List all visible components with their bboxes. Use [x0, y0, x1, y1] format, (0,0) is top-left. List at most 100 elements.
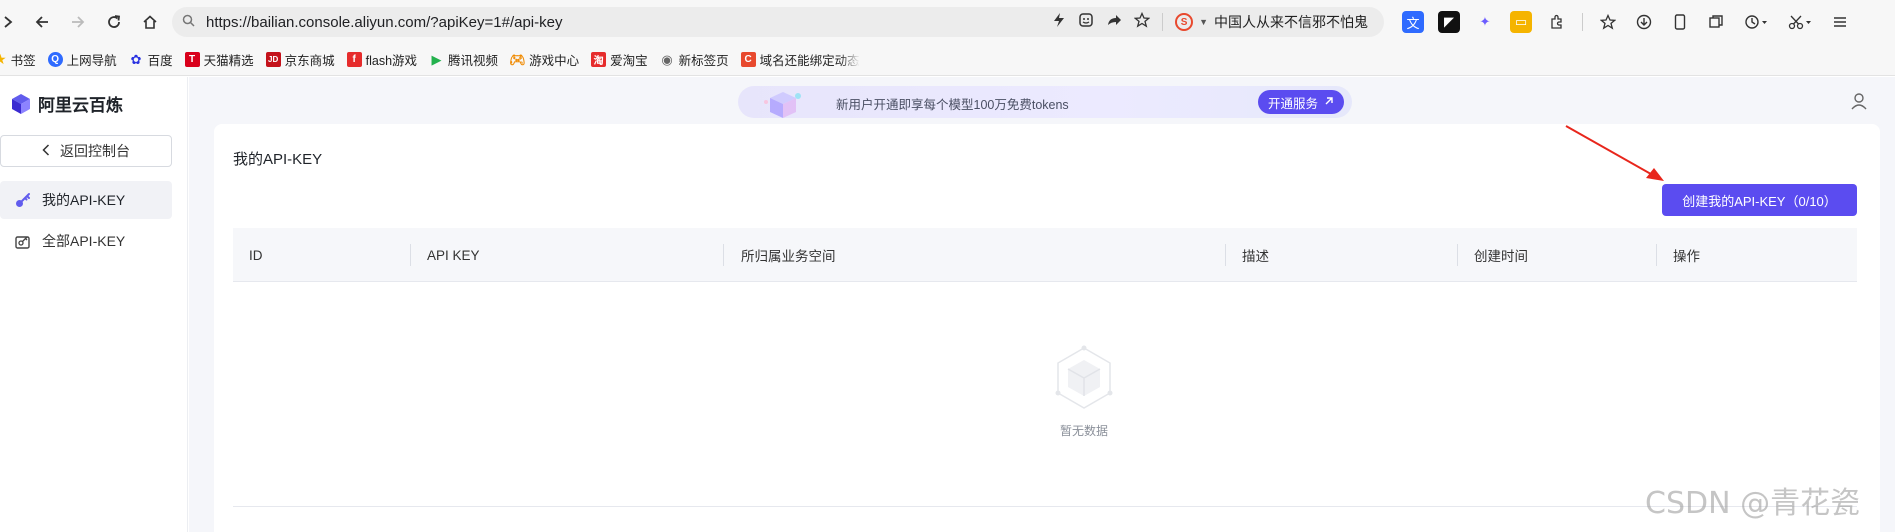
sidebar: 阿里云百炼 返回控制台 我的API-KEY 全部API-KEY [0, 77, 188, 532]
empty-box-icon [1055, 345, 1113, 409]
annotation-arrow-icon [1565, 125, 1664, 181]
sparkle-icon[interactable]: ✦ [1474, 11, 1496, 33]
bookmark-item[interactable]: ★ 书签 [0, 50, 36, 69]
star-icon: ★ [0, 51, 7, 67]
app-logo[interactable]: 阿里云百炼 [10, 91, 123, 116]
download-icon[interactable] [1633, 11, 1655, 33]
browser-toolbar: https://bailian.console.aliyun.com/?apiK… [0, 0, 1895, 44]
arrow-up-right-icon [1324, 95, 1334, 109]
screenshot-icon[interactable] [1078, 12, 1094, 32]
bookmark-item[interactable]: Q 上网导航 [47, 50, 117, 69]
sidebar-item-my-api-key[interactable]: 我的API-KEY [0, 181, 172, 219]
bookmark-label: 新标签页 [678, 54, 729, 68]
gift-cube-icon [764, 92, 801, 118]
search-engine-selector[interactable]: S ▼ 中国人从来不信邪不怕鬼 [1175, 12, 1368, 32]
empty-state: 暂无数据 [1024, 342, 1144, 439]
favorites-icon[interactable] [1597, 11, 1619, 33]
promo-banner[interactable]: 新用户开通即享每个模型100万免费tokens 开通服务 [738, 86, 1352, 118]
column-header-workspace: 所归属业务空间 [741, 249, 836, 264]
history-icon[interactable] [1741, 11, 1771, 33]
bookmark-label: 京东商城 [284, 54, 335, 68]
chevron-left-icon [42, 143, 50, 159]
back-label: 返回控制台 [60, 143, 130, 159]
newtab-icon: ◉ [661, 51, 673, 67]
url-text[interactable]: https://bailian.console.aliyun.com/?apiK… [206, 14, 562, 31]
bookmark-label: 域名还能绑定动态 [759, 54, 860, 68]
column-header-api-key: API KEY [427, 247, 480, 263]
bookmark-star-icon[interactable] [1133, 11, 1151, 32]
bookmark-label: 百度 [147, 54, 173, 68]
address-divider [1162, 13, 1164, 31]
address-bar[interactable]: https://bailian.console.aliyun.com/?apiK… [172, 7, 1384, 37]
bookmark-item[interactable]: ◉ 新标签页 [660, 50, 729, 69]
bookmarks-bar: ★ 书签 Q 上网导航 ✿ 百度 T 天猫精选 JD 京东商城 f flash游… [0, 44, 1895, 76]
key-list-icon [15, 236, 30, 249]
bookmark-item[interactable]: ✿ 百度 [129, 50, 173, 69]
create-api-key-button[interactable]: 创建我的API-KEY（0/10） [1662, 184, 1857, 216]
bookmark-item[interactable]: f flash游戏 [346, 50, 418, 69]
home-icon[interactable] [134, 6, 166, 38]
gamepad-icon: 🎮︎ [509, 51, 526, 67]
tmall-icon: T [184, 52, 200, 67]
column-header-description: 描述 [1242, 249, 1269, 264]
tabs-icon[interactable] [1705, 11, 1727, 33]
reload-icon[interactable] [98, 6, 130, 38]
column-header-created-time: 创建时间 [1474, 249, 1528, 264]
search-icon [182, 14, 202, 30]
folder-icon[interactable]: ▭ [1510, 11, 1532, 33]
banner-button-label: 开通服务 [1267, 96, 1318, 111]
tencent-video-icon: ▶ [431, 51, 442, 67]
extension-black-icon[interactable]: ◤ [1438, 11, 1460, 33]
puzzle-icon[interactable] [1546, 11, 1568, 33]
bookmark-item[interactable]: 淘 爱淘宝 [591, 50, 648, 69]
logo-text: 阿里云百炼 [38, 96, 123, 115]
sidebar-item-label: 全部API-KEY [42, 233, 126, 249]
bookmark-label: 腾讯视频 [448, 54, 499, 68]
dropdown-caret-icon: ▼ [1199, 17, 1208, 27]
column-divider [410, 244, 411, 266]
search-engine-text: 中国人从来不信邪不怕鬼 [1214, 14, 1368, 30]
table-bottom-border [233, 506, 1857, 507]
column-header-actions: 操作 [1673, 249, 1700, 264]
sidebar-item-all-api-key[interactable]: 全部API-KEY [0, 222, 172, 260]
activate-service-button[interactable]: 开通服务 [1257, 90, 1344, 114]
bookmark-label: flash游戏 [365, 54, 418, 68]
column-divider [723, 244, 724, 266]
table-header: ID API KEY 所归属业务空间 描述 创建时间 操作 [233, 228, 1857, 282]
back-to-console-button[interactable]: 返回控制台 [0, 135, 172, 167]
api-key-card: 我的API-KEY 创建我的API-KEY（0/10） ID API KEY 所… [214, 124, 1880, 532]
back-icon[interactable] [26, 6, 58, 38]
forward-icon[interactable] [62, 6, 94, 38]
translate-icon[interactable]: 文 [1402, 11, 1424, 33]
column-divider [1656, 244, 1657, 266]
phone-icon[interactable] [1669, 11, 1691, 33]
menu-icon[interactable] [1829, 11, 1851, 33]
bookmark-label: 天猫精选 [203, 54, 254, 68]
bookmark-label: 上网导航 [66, 54, 117, 68]
key-icon [16, 193, 30, 207]
empty-text: 暂无数据 [1059, 424, 1108, 438]
ext-divider [1582, 13, 1583, 31]
sidebar-item-label: 我的API-KEY [42, 192, 126, 208]
lightning-icon[interactable] [1052, 12, 1066, 32]
taobao-icon: 淘 [591, 52, 607, 67]
sogou-icon: S [1175, 13, 1194, 31]
bookmark-label: 书签 [10, 54, 36, 68]
bookmark-item[interactable]: T 天猫精选 [184, 50, 254, 69]
banner-text: 新用户开通即享每个模型100万免费tokens [836, 98, 1069, 112]
column-header-id: ID [249, 247, 263, 263]
csdn-watermark: CSDN @青花瓷 [1645, 486, 1861, 521]
bookmark-label: 游戏中心 [529, 54, 580, 68]
column-divider [1457, 244, 1458, 266]
scissors-icon[interactable] [1785, 11, 1815, 33]
page-title: 我的API-KEY [233, 151, 323, 168]
domain-icon: C [740, 52, 756, 67]
bailian-logo-icon [12, 93, 30, 114]
forward-partial-icon[interactable] [0, 6, 18, 38]
bookmark-item[interactable]: JD 京东商城 [265, 50, 335, 69]
bookmark-item[interactable]: C 域名还能绑定动态 [740, 50, 860, 69]
user-avatar-icon[interactable] [1850, 92, 1868, 110]
share-icon[interactable] [1106, 12, 1122, 32]
bookmark-item[interactable]: 🎮︎ 游戏中心 [509, 50, 580, 69]
bookmark-item[interactable]: ▶ 腾讯视频 [429, 50, 499, 69]
